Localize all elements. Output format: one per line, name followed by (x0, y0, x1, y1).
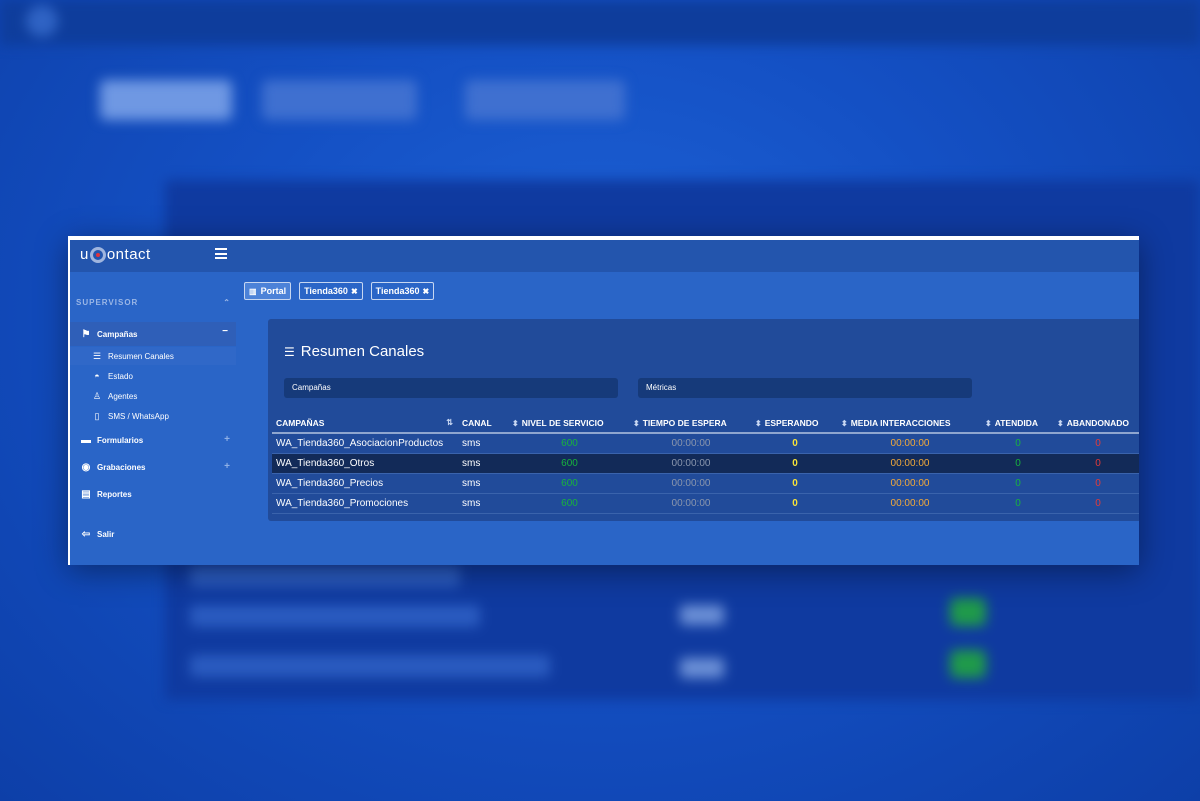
channel: sms (458, 494, 508, 514)
sort-icon[interactable]: ⬍ (985, 419, 992, 428)
sidebar-item-reportes[interactable]: ▤ Reportes (70, 484, 236, 504)
attended-count: 0 (981, 474, 1053, 494)
waiting-count: 0 (751, 434, 837, 454)
menu-toggle-icon[interactable] (215, 248, 227, 259)
sidebar-subitem-estado[interactable]: ◓ Estado (70, 367, 236, 385)
tab-tienda360[interactable]: Tienda360 ✖ (299, 282, 363, 300)
table-row[interactable]: WA_Tienda360_AsociacionProductos sms 600… (272, 434, 1139, 454)
sort-alpha-icon[interactable]: ⇅ (446, 418, 453, 427)
column-header-canal[interactable]: CANAL (458, 414, 508, 434)
column-header-esperando[interactable]: ⬍ ESPERANDO (751, 414, 837, 434)
user-icon: ♙ (92, 390, 102, 401)
sidebar: SUPERVISOR ⌃ ⚑ Campañas − ☰ Resumen Cana… (70, 272, 236, 565)
column-header-abandonado[interactable]: ⬍ ABANDONADO (1053, 414, 1139, 434)
resumen-canales-panel: ☰ Resumen Canales Campañas Métricas CAMP… (268, 319, 1139, 521)
avg-interactions: 00:00:00 (837, 474, 981, 494)
ucontact-logo[interactable]: u ontact (80, 246, 151, 263)
sort-icon[interactable]: ⬍ (1057, 419, 1064, 428)
attended-count: 0 (981, 454, 1053, 474)
sidebar-item-campanas[interactable]: ⚑ Campañas − (70, 322, 236, 346)
campaign-name: WA_Tienda360_Otros (272, 454, 458, 474)
column-header-tiempo-espera[interactable]: ⬍ TIEMPO DE ESPERA (629, 414, 751, 434)
service-level: 600 (508, 454, 629, 474)
sort-icon[interactable]: ⬍ (841, 419, 848, 428)
metrics-filter[interactable]: Métricas (638, 378, 972, 398)
column-header-nivel-servicio[interactable]: ⬍ NIVEL DE SERVICIO (508, 414, 629, 434)
channel: sms (458, 434, 508, 454)
channel: sms (458, 454, 508, 474)
avg-interactions: 00:00:00 (837, 494, 981, 514)
sidebar-item-grabaciones[interactable]: ◉ Grabaciones + (70, 457, 236, 477)
channels-table: CAMPAÑAS ⇅ CANAL ⬍ NIVEL DE SERVICIO ⬍ TIEM… (272, 414, 1139, 514)
avg-interactions: 00:00:00 (837, 434, 981, 454)
mobile-icon: ▯ (94, 410, 100, 421)
table-row[interactable]: WA_Tienda360_Precios sms 600 00:00:00 0 … (272, 474, 1139, 494)
abandoned-count: 0 (1053, 454, 1139, 474)
dashboard-icon: ◓ (94, 371, 100, 381)
abandoned-count: 0 (1053, 474, 1139, 494)
table-row[interactable]: WA_Tienda360_Promociones sms 600 00:00:0… (272, 494, 1139, 514)
channel: sms (458, 474, 508, 494)
attended-count: 0 (981, 434, 1053, 454)
campaign-name: WA_Tienda360_Precios (272, 474, 458, 494)
app-window: u ontact SUPERVISOR ⌃ ⚑ Campañas − ☰ Resu… (68, 236, 1139, 565)
folder-icon: ▬ (81, 434, 91, 446)
campaign-name: WA_Tienda360_Promociones (272, 494, 458, 514)
waiting-count: 0 (751, 494, 837, 514)
wait-time: 00:00:00 (629, 494, 751, 514)
service-level: 600 (508, 434, 629, 454)
campaign-name: WA_Tienda360_AsociacionProductos (272, 434, 458, 454)
abandoned-count: 0 (1053, 434, 1139, 454)
table-header-row: CAMPAÑAS ⇅ CANAL ⬍ NIVEL DE SERVICIO ⬍ TIEM… (272, 414, 1139, 434)
tab-tienda360[interactable]: Tienda360 ✖ (370, 282, 435, 300)
sidebar-subitem-resumen-canales[interactable]: ☰ Resumen Canales (70, 347, 236, 365)
flag-icon: ⚑ (81, 328, 91, 340)
close-tab-icon[interactable]: ✖ (351, 287, 358, 296)
chevron-up-icon[interactable]: ⌃ (223, 298, 231, 307)
table-icon: ☰ (92, 350, 102, 361)
avg-interactions: 00:00:00 (837, 454, 981, 474)
sidebar-section-supervisor[interactable]: SUPERVISOR ⌃ (76, 298, 231, 307)
top-bar: u ontact (70, 240, 1139, 272)
service-level: 600 (508, 494, 629, 514)
sort-icon[interactable]: ⬍ (633, 419, 640, 428)
sort-icon[interactable]: ⬍ (755, 419, 762, 428)
sidebar-subitem-agentes[interactable]: ♙ Agentes (70, 387, 236, 405)
close-tab-icon[interactable]: ✖ (423, 287, 430, 296)
column-header-campanas[interactable]: CAMPAÑAS ⇅ (272, 414, 458, 434)
tab-portal[interactable]: ▥ Portal (244, 282, 292, 300)
sign-out-icon: ⇦ (81, 528, 91, 540)
column-header-media-interacciones[interactable]: ⬍ MEDIA INTERACCIONES (837, 414, 981, 434)
wait-time: 00:00:00 (629, 434, 751, 454)
play-circle-icon: ◉ (81, 461, 91, 473)
wait-time: 00:00:00 (629, 454, 751, 474)
column-header-atendida[interactable]: ⬍ ATENDIDA (981, 414, 1053, 434)
file-icon: ▤ (81, 488, 91, 500)
expand-icon[interactable]: + (224, 434, 230, 445)
tab-bar: ▥ Portal Tienda360 ✖ Tienda360 ✖ (244, 282, 442, 300)
sort-icon[interactable]: ⬍ (512, 419, 519, 428)
list-icon: ☰ (284, 344, 295, 359)
campaigns-filter[interactable]: Campañas (284, 378, 618, 398)
collapse-icon[interactable]: − (222, 326, 228, 337)
service-level: 600 (508, 474, 629, 494)
page-title: ☰ Resumen Canales (284, 343, 425, 360)
logo-mark-icon (89, 246, 106, 263)
waiting-count: 0 (751, 474, 837, 494)
table-row[interactable]: WA_Tienda360_Otros sms 600 00:00:00 0 00… (272, 454, 1139, 474)
sidebar-item-salir[interactable]: ⇦ Salir (70, 524, 236, 544)
waiting-count: 0 (751, 454, 837, 474)
attended-count: 0 (981, 494, 1053, 514)
expand-icon[interactable]: + (224, 461, 230, 472)
wait-time: 00:00:00 (629, 474, 751, 494)
sidebar-item-formularios[interactable]: ▬ Formularios + (70, 430, 236, 450)
abandoned-count: 0 (1053, 494, 1139, 514)
sidebar-subitem-sms-whatsapp[interactable]: ▯ SMS / WhatsApp (70, 407, 236, 425)
bar-chart-icon: ▥ (249, 286, 257, 296)
